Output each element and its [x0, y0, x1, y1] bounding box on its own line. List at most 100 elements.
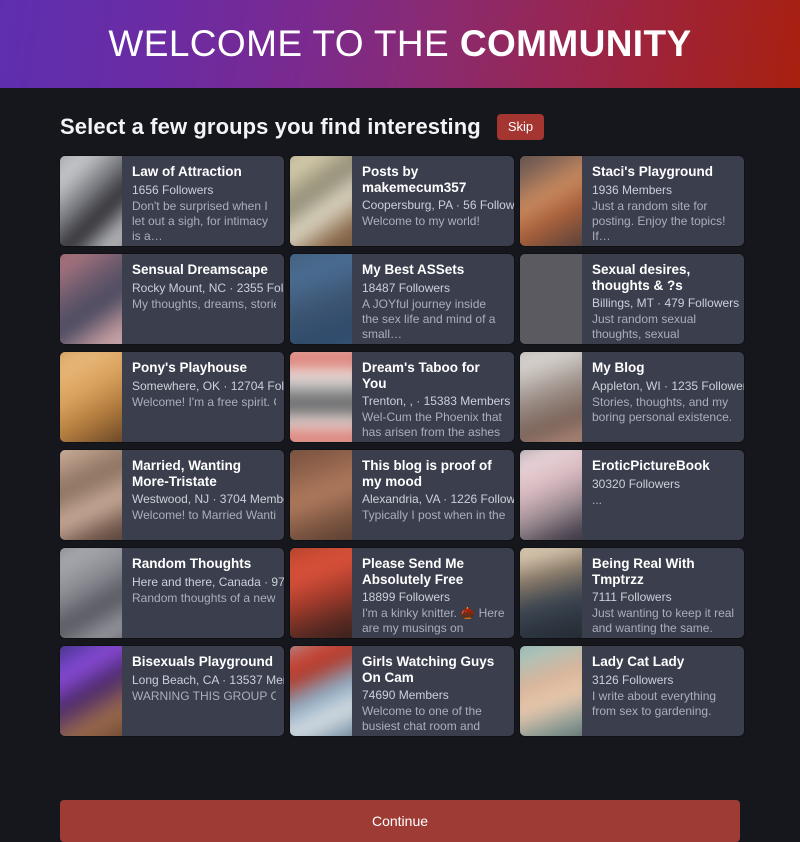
group-thumbnail [60, 352, 122, 442]
group-title: Dream's Taboo for You [362, 360, 480, 391]
group-title: Girls Watching Guys On Cam [362, 654, 495, 685]
group-title: EroticPictureBook [592, 458, 710, 473]
group-meta: 7111 Followers [592, 590, 672, 604]
group-title: Sexual desires, thoughts & ?s [592, 262, 691, 293]
group-card-body: Sensual Dreamscape Rocky Mount, NC · 2355… [122, 254, 284, 344]
group-meta: Here and there, Canada · 970 F [132, 574, 284, 589]
group-card[interactable]: Please Send Me Absolutely Free 18899 Foll… [290, 548, 514, 638]
group-card[interactable]: Pony's Playhouse Somewhere, OK · 12704 Fo… [60, 352, 284, 442]
group-card-body: Married, Wanting More-Tristate Westwood, … [122, 450, 284, 540]
group-card-body: Pony's Playhouse Somewhere, OK · 12704 Fo… [122, 352, 284, 442]
group-description: Welcome to my world! [362, 214, 480, 228]
group-description: I write about everything from sex to gar… [592, 688, 717, 718]
group-meta: 3126 Followers [592, 672, 674, 687]
group-title: Law of Attraction [132, 164, 242, 179]
group-title: Random Thoughts [132, 556, 252, 571]
group-card[interactable]: Law of Attraction 1656 Followers Don't be … [60, 156, 284, 246]
group-meta: Rocky Mount, NC · 2355 Follow [132, 280, 284, 295]
group-thumbnail [290, 352, 352, 442]
group-title: Married, Wanting More-Tristate [132, 458, 242, 489]
group-meta: Billings, MT · 479 Followers [592, 296, 740, 310]
group-card-body: Bisexuals Playground Long Beach, CA · 135… [122, 646, 284, 736]
group-description: I'm a kinky knitter. 🌰 Here are my musin… [362, 606, 505, 638]
group-card-body: Posts by makemecum357 Coopersburg, PA · 5… [352, 156, 514, 246]
group-card[interactable]: My Best ASSets 18487 Followers A JOYful jo… [290, 254, 514, 344]
group-card-body: This blog is proof of my mood Alexandria,… [352, 450, 514, 540]
group-thumbnail [60, 450, 122, 540]
group-title: This blog is proof of my mood [362, 458, 492, 489]
group-thumbnail [60, 646, 122, 736]
group-grid: Law of Attraction 1656 Followers Don't be … [60, 156, 744, 736]
group-meta: Somewhere, OK · 12704 Follow [132, 378, 284, 393]
banner-title-light: WELCOME TO THE [108, 23, 460, 64]
banner-title: WELCOME TO THE COMMUNITY [108, 23, 691, 65]
group-meta: Long Beach, CA · 13537 Memb [132, 672, 284, 687]
group-card[interactable]: My Blog Appleton, WI · 1235 Followers Stor… [520, 352, 744, 442]
group-card-body: Being Real With Tmptrzz 7111 Followers Jus… [582, 548, 744, 638]
group-card-body: Lady Cat Lady 3126 Followers I write about… [582, 646, 744, 736]
main-content: Select a few groups you find interesting… [0, 88, 800, 784]
group-card[interactable]: Staci's Playground 1936 Members Just a ran… [520, 156, 744, 246]
group-card-body: Law of Attraction 1656 Followers Don't be … [122, 156, 284, 246]
group-meta: Alexandria, VA · 1226 Follower [362, 492, 514, 506]
group-card[interactable]: Sexual desires, thoughts & ?s Billings, M… [520, 254, 744, 344]
group-card[interactable]: EroticPictureBook 30320 Followers... [520, 450, 744, 540]
group-thumbnail [520, 156, 582, 246]
group-card[interactable]: This blog is proof of my mood Alexandria,… [290, 450, 514, 540]
group-thumbnail [520, 352, 582, 442]
group-thumbnail [290, 254, 352, 344]
group-thumbnail [520, 254, 582, 344]
group-title: Lady Cat Lady [592, 654, 685, 669]
group-meta: 18487 Followers [362, 280, 451, 295]
group-meta: 18899 Followers [362, 590, 451, 604]
group-title: Posts by makemecum357 [362, 164, 467, 195]
group-description: Typically I post when in the mood to sha… [362, 508, 506, 522]
continue-wrap: Continue [0, 784, 800, 842]
group-meta: 1936 Members [592, 182, 673, 197]
group-card[interactable]: Random Thoughts Here and there, Canada · … [60, 548, 284, 638]
group-card[interactable]: Married, Wanting More-Tristate Westwood, … [60, 450, 284, 540]
group-card[interactable]: Being Real With Tmptrzz 7111 Followers Jus… [520, 548, 744, 638]
group-card[interactable]: Sensual Dreamscape Rocky Mount, NC · 2355… [60, 254, 284, 344]
group-meta: 74690 Members [362, 688, 449, 702]
group-card[interactable]: Posts by makemecum357 Coopersburg, PA · 5… [290, 156, 514, 246]
onboarding-page: WELCOME TO THE COMMUNITY Select a few gr… [0, 0, 800, 842]
group-card[interactable]: Bisexuals Playground Long Beach, CA · 135… [60, 646, 284, 736]
group-thumbnail [520, 548, 582, 638]
group-description: A JOYful journey inside the sex life and… [362, 296, 496, 341]
group-thumbnail [290, 450, 352, 540]
group-card[interactable]: Girls Watching Guys On Cam 74690 Members W… [290, 646, 514, 736]
group-meta: Trenton, , · 15383 Members [362, 394, 511, 408]
group-description: Just wanting to keep it real and wanting… [592, 606, 735, 635]
group-card-body: My Blog Appleton, WI · 1235 Followers Stor… [582, 352, 744, 442]
group-card-body: Dream's Taboo for You Trenton, , · 15383 … [352, 352, 514, 442]
skip-button[interactable]: Skip [496, 114, 545, 140]
group-title: My Blog [592, 360, 645, 375]
group-card-body: Staci's Playground 1936 Members Just a ran… [582, 156, 744, 246]
group-meta: Westwood, NJ · 3704 Member [132, 492, 284, 506]
group-description: Don't be surprised when I let out a sigh… [132, 198, 269, 243]
group-title: My Best ASSets [362, 262, 465, 277]
group-title: Staci's Playground [592, 164, 713, 179]
group-description: Stories, thoughts, and my boring persona… [592, 394, 733, 424]
group-card[interactable]: Dream's Taboo for You Trenton, , · 15383 … [290, 352, 514, 442]
group-description: Welcome to one of the busiest chat room … [362, 704, 482, 736]
group-card-body: My Best ASSets 18487 Followers A JOYful jo… [352, 254, 514, 344]
group-card[interactable]: Lady Cat Lady 3126 Followers I write about… [520, 646, 744, 736]
group-description: Wel-Cum the Phoenix that has arisen from… [362, 410, 502, 442]
group-thumbnail [60, 254, 122, 344]
group-thumbnail [290, 156, 352, 246]
page-title: Select a few groups you find interesting [60, 114, 481, 139]
group-title: Please Send Me Absolutely Free [362, 556, 465, 587]
group-meta: 1656 Followers [132, 182, 214, 197]
continue-button[interactable]: Continue [60, 800, 740, 842]
group-meta: 30320 Followers [592, 476, 681, 491]
group-card-body: EroticPictureBook 30320 Followers... [582, 450, 744, 540]
group-description: WARNING THIS GROUP CAN AN DOES GET GRAPH… [132, 688, 276, 703]
group-description: Random thoughts of a newish m [132, 590, 276, 605]
group-description: Just a random site for posting. Enjoy th… [592, 198, 726, 243]
group-card-body: Girls Watching Guys On Cam 74690 Members W… [352, 646, 514, 736]
banner-title-bold: COMMUNITY [459, 23, 692, 64]
group-description: Welcome! I'm a free spirit. Open ideas. … [132, 394, 276, 409]
group-meta: Appleton, WI · 1235 Followers [592, 378, 744, 393]
